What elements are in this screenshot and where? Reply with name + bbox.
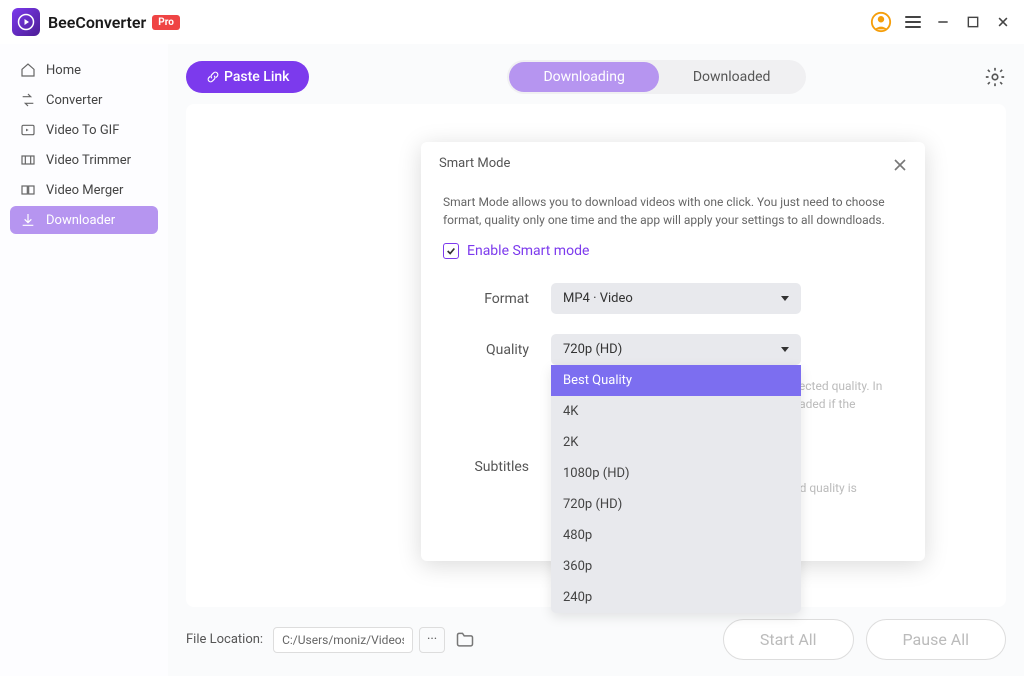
footer: File Location: ··· Start All Pause All [186, 607, 1006, 660]
quality-label: Quality [443, 334, 529, 358]
quality-value: 720p (HD) [563, 342, 622, 357]
title-bar: BeeConverter Pro [0, 0, 1024, 44]
sidebar-item-video-merger[interactable]: Video Merger [10, 176, 158, 204]
sidebar-item-label: Video Merger [46, 183, 123, 198]
quality-option[interactable]: 4K [551, 396, 801, 427]
home-icon [20, 62, 36, 78]
check-icon [446, 246, 456, 256]
maximize-button[interactable] [964, 13, 982, 31]
sidebar-item-label: Converter [46, 93, 102, 108]
trimmer-icon [20, 152, 36, 168]
hamburger-icon[interactable] [904, 13, 922, 31]
quality-option[interactable]: 720p (HD) [551, 489, 801, 520]
chevron-down-icon [781, 347, 789, 352]
close-icon[interactable] [893, 157, 907, 171]
tab-downloading[interactable]: Downloading [509, 62, 658, 92]
smart-mode-modal: Smart Mode Smart Mode allows you to down… [421, 142, 925, 561]
gif-icon [20, 122, 36, 138]
quality-option[interactable]: 2K [551, 427, 801, 458]
sidebar-item-label: Home [46, 63, 81, 78]
file-location-input[interactable] [273, 627, 413, 653]
sidebar-item-downloader[interactable]: Downloader [10, 206, 158, 234]
main-content: Paste Link Downloading Downloaded File L… [168, 44, 1024, 676]
paste-link-label: Paste Link [224, 69, 289, 85]
merger-icon [20, 182, 36, 198]
tabs: Downloading Downloaded [507, 60, 806, 94]
quality-option[interactable]: 360p [551, 551, 801, 582]
tab-downloaded[interactable]: Downloaded [659, 62, 805, 92]
sidebar-item-label: Video To GIF [46, 123, 119, 138]
browse-button[interactable]: ··· [419, 627, 445, 653]
format-value: MP4 · Video [563, 291, 633, 306]
close-button[interactable] [994, 13, 1012, 31]
quality-option[interactable]: 1080p (HD) [551, 458, 801, 489]
app-logo [12, 8, 40, 36]
paste-link-button[interactable]: Paste Link [186, 61, 309, 93]
quality-dropdown: Best Quality 4K 2K 1080p (HD) 720p (HD) … [551, 365, 801, 613]
app-name: BeeConverter [48, 13, 146, 32]
quality-select[interactable]: 720p (HD) Best Quality 4K 2K 1080p (HD) … [551, 334, 801, 365]
quality-option[interactable]: 480p [551, 520, 801, 551]
sidebar-item-label: Video Trimmer [46, 153, 131, 168]
pro-badge: Pro [152, 15, 180, 30]
enable-smart-mode-checkbox[interactable] [443, 243, 459, 259]
gear-icon[interactable] [984, 66, 1006, 88]
folder-icon[interactable] [455, 630, 475, 650]
format-select[interactable]: MP4 · Video [551, 283, 801, 314]
subtitles-label: Subtitles [443, 451, 529, 475]
sidebar-item-video-trimmer[interactable]: Video Trimmer [10, 146, 158, 174]
sidebar-item-label: Downloader [46, 213, 115, 228]
enable-smart-mode-label: Enable Smart mode [467, 243, 589, 259]
download-icon [20, 212, 36, 228]
quality-option[interactable]: Best Quality [551, 365, 801, 396]
sidebar-item-video-to-gif[interactable]: Video To GIF [10, 116, 158, 144]
minimize-button[interactable] [934, 13, 952, 31]
format-label: Format [443, 283, 529, 307]
quality-option[interactable]: 240p [551, 582, 801, 613]
modal-description: Smart Mode allows you to download videos… [443, 193, 903, 229]
pause-all-button[interactable]: Pause All [866, 619, 1006, 660]
chevron-down-icon [781, 296, 789, 301]
sidebar-item-home[interactable]: Home [10, 56, 158, 84]
start-all-button[interactable]: Start All [723, 619, 854, 660]
sidebar-item-converter[interactable]: Converter [10, 86, 158, 114]
sidebar: Home Converter Video To GIF Video Trimme… [0, 44, 168, 676]
link-icon [206, 70, 220, 84]
converter-icon [20, 92, 36, 108]
file-location-label: File Location: [186, 632, 263, 647]
modal-title: Smart Mode [439, 156, 510, 171]
user-icon[interactable] [870, 11, 892, 33]
